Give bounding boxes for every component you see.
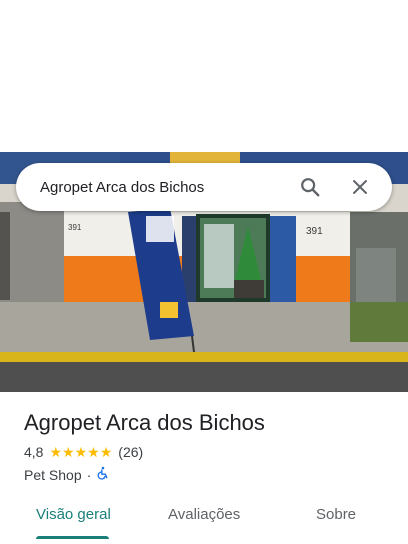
star-icon: ★ [49, 444, 63, 460]
wheelchair-icon [96, 466, 110, 483]
place-category: Pet Shop [24, 466, 82, 483]
star-icon: ★ [62, 444, 75, 460]
search-bar[interactable]: Agropet Arca dos Bichos [16, 163, 392, 211]
separator: · [86, 466, 92, 483]
svg-text:391: 391 [306, 226, 323, 237]
tab-overview[interactable]: Visão geral [36, 506, 111, 523]
active-tab-indicator [36, 536, 109, 539]
search-icon[interactable] [292, 169, 328, 205]
star-icon: ★ [87, 444, 100, 460]
tab-about[interactable]: Sobre [316, 506, 356, 523]
rating-value: 4,8 [24, 444, 44, 460]
tab-reviews[interactable]: Avaliações [168, 506, 240, 523]
map-blank-area [0, 0, 408, 152]
place-info-panel: Agropet Arca dos Bichos 4,8 ★ ★ ★ ★ ★ (2… [0, 392, 408, 544]
close-icon[interactable] [342, 169, 378, 205]
category-row: Pet Shop · [24, 466, 110, 483]
place-title: Agropet Arca dos Bichos [24, 410, 265, 435]
search-input[interactable]: Agropet Arca dos Bichos [40, 179, 292, 196]
star-icon: ★ [99, 444, 113, 460]
rating-row[interactable]: 4,8 ★ ★ ★ ★ ★ (26) [24, 444, 143, 460]
star-icon: ★ [74, 444, 88, 460]
rating-stars: ★ ★ ★ ★ ★ [49, 445, 112, 459]
review-count[interactable]: (26) [118, 444, 143, 460]
place-tabs: Visão geral Avaliações Sobre [0, 502, 408, 544]
svg-text:391: 391 [68, 223, 82, 232]
